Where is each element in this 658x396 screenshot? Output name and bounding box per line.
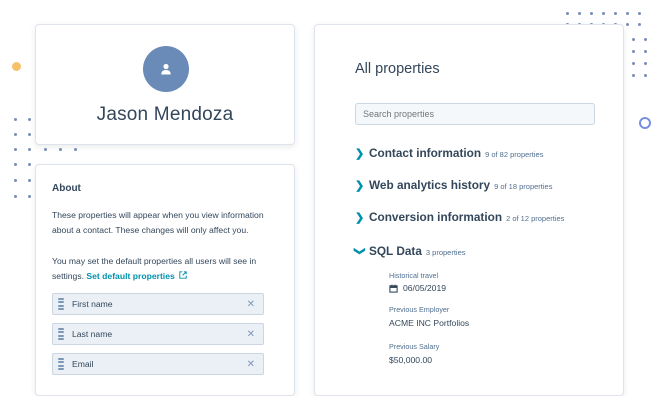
field-value-text: 06/05/2019 [403,283,447,293]
field-label-historical-travel: Historical travel [389,271,439,280]
property-label: Email [72,359,94,369]
property-label: Last name [72,329,113,339]
field-value-previous-salary[interactable]: $50,000.00 [389,355,432,365]
about-title: About [52,183,81,194]
property-row-first-name[interactable]: First name ✕ [52,293,264,315]
about-defaults-text: You may set the default properties all u… [52,254,274,284]
section-count: 9 of 82 properties [485,150,544,159]
all-properties-card: All properties ❯ Contact information 9 o… [314,24,624,396]
person-icon [161,63,171,75]
close-icon[interactable]: ✕ [247,359,255,370]
field-label-previous-salary: Previous Salary [389,342,440,351]
contact-card: Jason Mendoza [35,24,295,145]
section-count: 9 of 18 properties [494,182,553,191]
about-description: These properties will appear when you vi… [52,210,264,235]
section-conversion-information[interactable]: ❯ Conversion information 2 of 12 propert… [355,210,564,224]
chevron-right-icon: ❯ [355,212,365,224]
field-value-previous-employer[interactable]: ACME INC Portfolios [389,318,469,328]
chevron-down-icon: ❯ [353,246,366,256]
property-label: First name [72,299,113,309]
section-name: SQL Data [369,244,422,258]
close-icon[interactable]: ✕ [247,299,255,310]
yellow-dot [12,62,21,71]
all-properties-title: All properties [355,61,440,77]
property-row-last-name[interactable]: Last name ✕ [52,323,264,345]
drag-handle-icon[interactable] [58,298,64,310]
search-properties-input[interactable] [355,103,595,125]
set-default-properties-link[interactable]: Set default properties [86,271,187,281]
close-icon[interactable]: ✕ [247,329,255,340]
chevron-right-icon: ❯ [355,180,365,192]
section-name: Web analytics history [369,178,491,192]
section-web-analytics-history[interactable]: ❯ Web analytics history 9 of 18 properti… [355,178,552,192]
section-name: Contact information [369,146,482,160]
contact-name: Jason Mendoza [96,104,234,125]
section-contact-information[interactable]: ❯ Contact information 9 of 82 properties [355,146,543,160]
ring-decoration [639,117,651,129]
avatar[interactable] [143,46,189,92]
about-card: About These properties will appear when … [35,164,295,396]
section-count: 3 properties [425,248,466,257]
set-default-properties-label: Set default properties [86,271,175,281]
property-row-email[interactable]: Email ✕ [52,353,264,375]
section-name: Conversion information [369,210,503,224]
chevron-right-icon: ❯ [355,148,365,160]
section-count: 2 of 12 properties [506,214,565,223]
drag-handle-icon[interactable] [58,358,64,370]
section-sql-data[interactable]: ❯ SQL Data 3 properties [353,244,466,258]
drag-handle-icon[interactable] [58,328,64,340]
field-value-historical-travel[interactable]: 06/05/2019 [389,283,446,293]
calendar-icon [389,284,398,293]
external-link-icon [179,271,187,279]
field-label-previous-employer: Previous Employer [389,305,450,314]
